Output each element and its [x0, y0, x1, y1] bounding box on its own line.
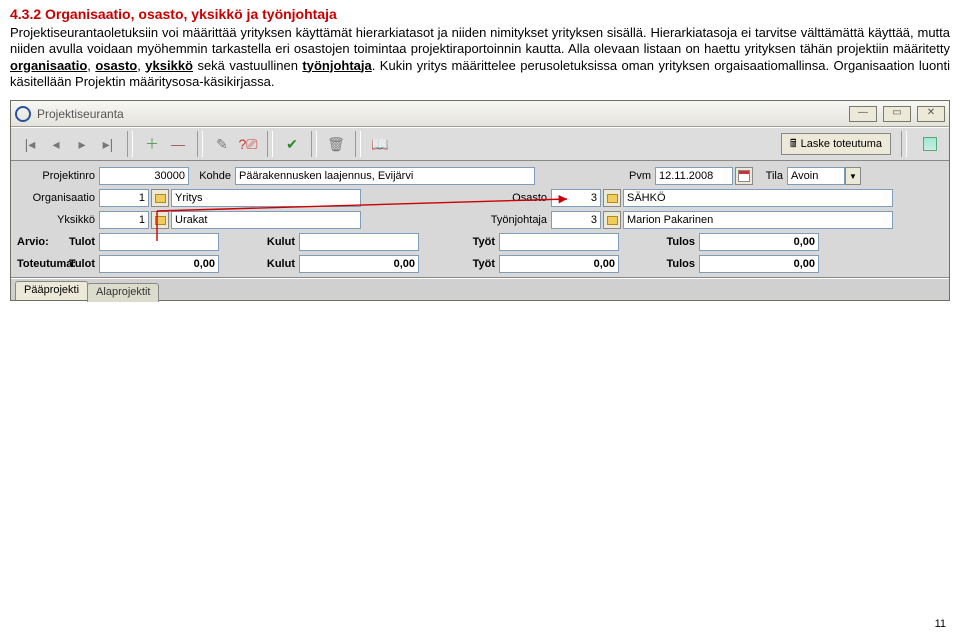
label-pvm: Pvm [535, 170, 655, 182]
label-tot-tyot: Työt [419, 258, 499, 270]
separator [311, 131, 317, 157]
text-tyonjohtaja[interactable]: Marion Pakarinen [623, 211, 893, 229]
label-arvio-tulot: Tulot [67, 236, 99, 248]
input-tot-tulot[interactable]: 0,00 [99, 255, 219, 273]
lookup-button-osasto[interactable] [603, 189, 621, 207]
app-icon [15, 106, 31, 122]
label-yksikko: Yksikkö [17, 214, 99, 226]
input-yksikko[interactable]: 1 [99, 211, 149, 229]
minimize-button[interactable]: — [849, 106, 877, 122]
separator [197, 131, 203, 157]
tab-alaprojektit[interactable]: Alaprojektit [87, 283, 159, 302]
nav-first-icon[interactable]: |◂ [18, 132, 42, 156]
maximize-button[interactable]: ▭ [883, 106, 911, 122]
label-arvio-tyot: Työt [419, 236, 499, 248]
text-osasto[interactable]: SÄHKÖ [623, 189, 893, 207]
section-heading: 4.3.2 Organisaatio, osasto, yksikkö ja t… [10, 6, 950, 22]
term-osasto: osasto [95, 58, 137, 73]
edit-icon[interactable]: ✎ [210, 132, 234, 156]
lookup-button-organisaatio[interactable] [151, 189, 169, 207]
book-icon[interactable]: 📖 [368, 132, 392, 156]
term-yksikko: yksikkö [145, 58, 193, 73]
label-arvio-kulut: Kulut [219, 236, 299, 248]
input-arvio-tyot[interactable] [499, 233, 619, 251]
remove-icon[interactable]: — [166, 132, 190, 156]
label-arvio: Arvio: [17, 236, 67, 248]
help-icon[interactable]: ?⎚ [236, 132, 260, 156]
folder-icon [155, 194, 166, 203]
nav-last-icon[interactable]: ▸| [96, 132, 120, 156]
calc-toteutuma-button[interactable]: 🖩 Laske toteutuma [781, 133, 891, 155]
separator [355, 131, 361, 157]
para-text: sekä vastuullinen [197, 58, 302, 73]
page-number: 11 [935, 618, 946, 630]
input-tyonjohtaja[interactable]: 3 [551, 211, 601, 229]
copy-icon[interactable] [918, 132, 942, 156]
para-text: Projektiseurantaoletuksiin voi määrittää… [10, 25, 950, 56]
app-window: Projektiseuranta — ▭ ✕ |◂ ◂ ▸ ▸| ＋ — ✎ ?… [10, 100, 950, 301]
folder-icon [155, 216, 166, 225]
input-tot-tyot[interactable]: 0,00 [499, 255, 619, 273]
tab-bar: Pääprojekti Alaprojektit [11, 278, 949, 300]
label-tot-kulut: Kulut [219, 258, 299, 270]
lookup-button-yksikko[interactable] [151, 211, 169, 229]
input-organisaatio[interactable]: 1 [99, 189, 149, 207]
calc-label: Laske toteutuma [801, 138, 882, 150]
separator [267, 131, 273, 157]
tila-dropdown-button[interactable]: ▼ [845, 167, 861, 185]
calculator-icon: 🖩 [790, 135, 797, 154]
label-tot-tulot: Tulot [67, 258, 99, 270]
input-kohde[interactable]: Päärakennusken laajennus, Evijärvi [235, 167, 535, 185]
lookup-button-tyonjohtaja[interactable] [603, 211, 621, 229]
label-toteutuma: Toteutuma: [17, 258, 67, 270]
input-projektinro[interactable]: 30000 [99, 167, 189, 185]
close-button[interactable]: ✕ [917, 106, 945, 122]
label-arvio-tulos: Tulos [619, 236, 699, 248]
toolbar: |◂ ◂ ▸ ▸| ＋ — ✎ ?⎚ ✔ 🗑 📖 🖩 Laske toteutu… [11, 127, 949, 161]
folder-icon [607, 194, 618, 203]
calendar-icon [738, 170, 750, 182]
delete-icon[interactable]: 🗑 [324, 132, 348, 156]
form-area: Projektinro 30000 Kohde Päärakennusken l… [11, 161, 949, 278]
separator [127, 131, 133, 157]
calendar-button[interactable] [735, 167, 753, 185]
label-osasto: Osasto [361, 192, 551, 204]
label-tot-tulos: Tulos [619, 258, 699, 270]
label-projektinro: Projektinro [17, 170, 99, 182]
input-tot-tulos[interactable]: 0,00 [699, 255, 819, 273]
input-tot-kulut[interactable]: 0,00 [299, 255, 419, 273]
term-organisaatio: organisaatio [10, 58, 87, 73]
label-tila: Tila [753, 170, 787, 182]
input-tila[interactable]: Avoin [787, 167, 845, 185]
input-arvio-tulot[interactable] [99, 233, 219, 251]
tab-paaprojekti[interactable]: Pääprojekti [15, 281, 88, 300]
section-paragraph: Projektiseurantaoletuksiin voi määrittää… [10, 25, 950, 90]
input-pvm[interactable]: 12.11.2008 [655, 167, 733, 185]
text-yksikko[interactable]: Urakat [171, 211, 361, 229]
input-arvio-kulut[interactable] [299, 233, 419, 251]
label-kohde: Kohde [189, 170, 235, 182]
term-tyonjohtaja: työnjohtaja [302, 58, 371, 73]
window-titlebar: Projektiseuranta — ▭ ✕ [11, 101, 949, 127]
nav-prev-icon[interactable]: ◂ [44, 132, 68, 156]
nav-next-icon[interactable]: ▸ [70, 132, 94, 156]
separator [901, 131, 907, 157]
input-osasto[interactable]: 3 [551, 189, 601, 207]
label-tyonjohtaja: Työnjohtaja [361, 214, 551, 226]
label-organisaatio: Organisaatio [17, 192, 99, 204]
text-organisaatio[interactable]: Yritys [171, 189, 361, 207]
add-icon[interactable]: ＋ [140, 132, 164, 156]
input-arvio-tulos[interactable]: 0,00 [699, 233, 819, 251]
confirm-icon[interactable]: ✔ [280, 132, 304, 156]
window-title: Projektiseuranta [37, 107, 124, 121]
folder-icon [607, 216, 618, 225]
